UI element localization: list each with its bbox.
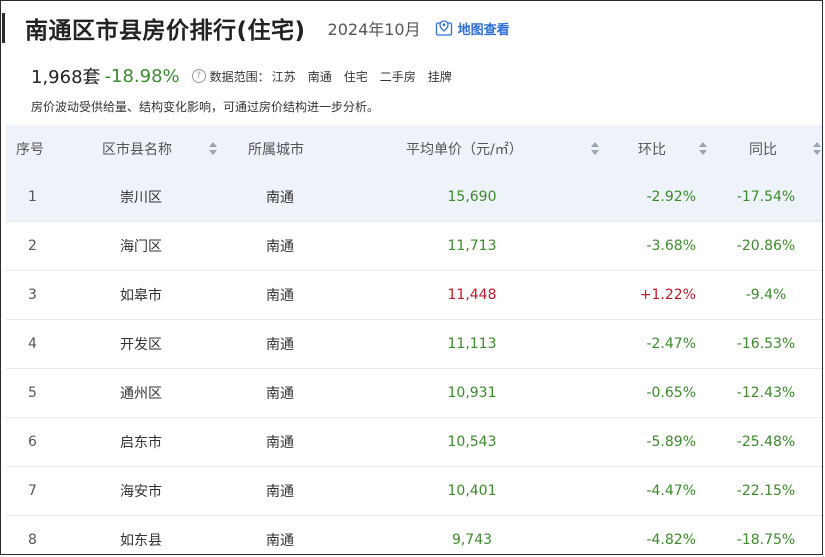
data-scope-label: 数据范围： — [209, 69, 270, 84]
price-cell: 10,401 — [447, 483, 497, 499]
mom-cell: -2.47% — [646, 336, 696, 352]
table-body: 1 崇川区 南通 15,690 -2.92% -17.54% 2 海门区 南通 11,713 -3.… — [6, 173, 822, 554]
price-cell: 11,448 — [447, 287, 497, 303]
table-row[interactable]: 4 开发区 南通 11,113 -2.47% -16.53% — [6, 320, 822, 369]
yoy-cell: -17.54% — [736, 189, 796, 205]
price-cell: 15,690 — [447, 189, 497, 205]
map-pin-icon — [435, 20, 452, 36]
title-row: 南通区市县房价排行(住宅) 2024年10月 地图查看 — [25, 11, 510, 45]
column-header-price[interactable]: 平均单价（元/㎡） — [406, 125, 523, 173]
yoy-cell: -18.75% — [736, 532, 796, 548]
title-accent-bar — [2, 13, 5, 43]
yoy-cell: -22.15% — [736, 483, 796, 499]
sort-icon[interactable] — [699, 142, 707, 156]
price-cell: 10,931 — [447, 385, 497, 401]
table-row[interactable]: 7 海安市 南通 10,401 -4.47% -22.15% — [6, 467, 822, 516]
yoy-cell: -25.48% — [736, 434, 796, 450]
mom-cell: -4.47% — [646, 483, 696, 499]
map-view-link[interactable]: 地图查看 — [435, 19, 510, 38]
yoy-change-total: -18.98% — [104, 65, 180, 87]
city-cell: 南通 — [266, 386, 294, 402]
mom-cell: -2.92% — [646, 189, 696, 205]
table-row[interactable]: 3 如皋市 南通 11,448 +1.22% -9.4% — [6, 271, 822, 320]
column-header-rank: 序号 — [16, 142, 44, 158]
sort-icon[interactable] — [813, 142, 821, 156]
city-cell: 南通 — [266, 484, 294, 500]
period-label: 2024年10月 — [327, 20, 421, 39]
price-cell: 11,113 — [447, 336, 497, 352]
table-row[interactable]: 6 启东市 南通 10,543 -5.89% -25.48% — [6, 418, 822, 467]
listing-count: 1,968套 — [31, 67, 101, 88]
page-title: 南通区市县房价排行(住宅) — [25, 18, 306, 44]
column-header-yoy[interactable]: 同比 — [749, 125, 777, 173]
column-header-city: 所属城市 — [248, 142, 304, 158]
city-cell: 南通 — [266, 239, 294, 255]
mom-cell: -5.89% — [646, 434, 696, 450]
mom-cell: +1.22% — [639, 287, 696, 303]
price-cell: 10,543 — [447, 434, 497, 450]
sort-icon[interactable] — [209, 142, 217, 156]
column-header-district[interactable]: 区市县名称 — [102, 125, 172, 173]
city-cell: 南通 — [266, 190, 294, 206]
table-row[interactable]: 1 崇川区 南通 15,690 -2.92% -17.54% — [6, 173, 822, 222]
scope-item-market: 二手房 — [379, 69, 416, 84]
summary-row: 1,968套 -18.98% ? 数据范围： 江苏 南通 住宅 二手房 挂牌 — [31, 63, 452, 89]
yoy-cell: -9.4% — [745, 287, 787, 303]
table-header: 序号 区市县名称 所属城市 平均单价（元/㎡） 环比 同比 — [6, 125, 822, 173]
ranking-table: 序号 区市县名称 所属城市 平均单价（元/㎡） 环比 同比 1 崇川区 南通 15,6… — [6, 125, 822, 554]
ranking-panel: 南通区市县房价排行(住宅) 2024年10月 地图查看 1,968套 -18.9… — [0, 0, 823, 555]
help-circle-icon[interactable]: ? — [191, 69, 206, 83]
price-cell: 9,743 — [451, 532, 493, 548]
price-cell: 11,713 — [447, 238, 497, 254]
sort-icon[interactable] — [591, 142, 599, 156]
city-cell: 南通 — [266, 337, 294, 353]
column-header-mom[interactable]: 环比 — [638, 125, 666, 173]
map-view-label[interactable]: 地图查看 — [458, 19, 510, 38]
scope-item-source: 挂牌 — [427, 69, 452, 84]
table-row[interactable]: 2 海门区 南通 11,713 -3.68% -20.86% — [6, 222, 822, 271]
yoy-cell: -20.86% — [736, 238, 796, 254]
city-cell: 南通 — [266, 533, 294, 549]
city-cell: 南通 — [266, 435, 294, 451]
table-row[interactable]: 5 通州区 南通 10,931 -0.65% -12.43% — [6, 369, 822, 418]
mom-cell: -4.82% — [646, 532, 696, 548]
mom-cell: -0.65% — [646, 385, 696, 401]
yoy-cell: -16.53% — [736, 336, 796, 352]
analysis-note: 房价波动受供给量、结构变化影响，可通过房价结构进一步分析。 — [31, 100, 380, 114]
table-row[interactable]: 8 如东县 南通 9,743 -4.82% -18.75% — [6, 516, 822, 554]
mom-cell: -3.68% — [646, 238, 696, 254]
scope-item-type: 住宅 — [343, 69, 368, 84]
city-cell: 南通 — [266, 288, 294, 304]
scope-item-province: 江苏 — [271, 69, 296, 84]
scope-item-city: 南通 — [307, 69, 332, 84]
yoy-cell: -12.43% — [736, 385, 796, 401]
